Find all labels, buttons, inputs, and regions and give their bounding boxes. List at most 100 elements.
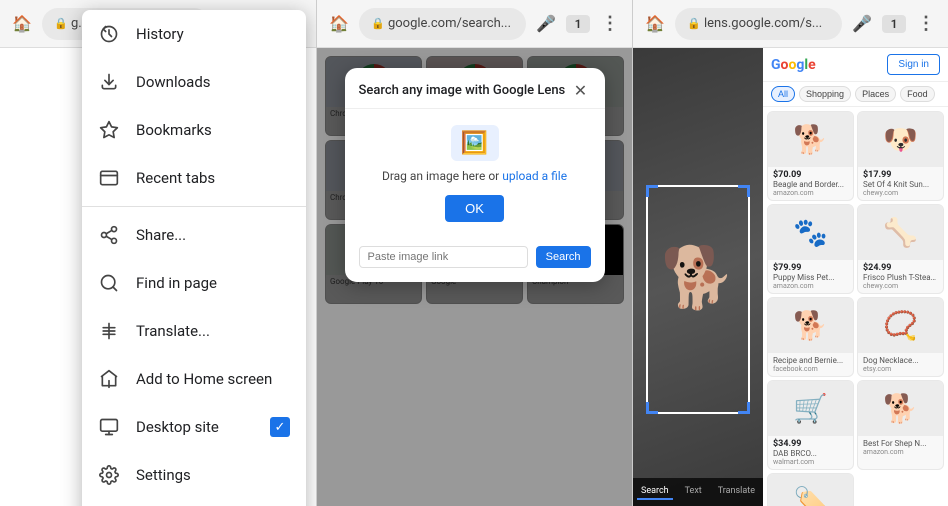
lens-tab-translate[interactable]: Translate	[714, 484, 759, 500]
result-item-0-image: 🐕	[768, 112, 853, 167]
result-title-7: Best For Shep N...	[863, 439, 938, 448]
menu-item-share[interactable]: Share...	[82, 211, 306, 259]
result-item-4-info: Recipe and Bernie... facebook.com	[768, 353, 853, 376]
menu-item-settings-label: Settings	[136, 466, 290, 484]
result-title-2: Puppy Miss Pet...	[773, 273, 848, 282]
menu-divider-1	[82, 206, 306, 207]
result-item-5-info: Dog Necklace... etsy.com	[858, 353, 943, 376]
lens-url-input[interactable]	[359, 246, 528, 268]
result-source-2: amazon.com	[773, 282, 848, 290]
result-title-1: Set Of 4 Knit Sun...	[863, 180, 938, 189]
home-icon[interactable]: 🏠	[8, 10, 36, 38]
lens-corner-tr	[738, 185, 750, 197]
lens-results-grid: 🐕 $70.09 Beagle and Border... amazon.com…	[763, 107, 948, 506]
result-item-6-image: 🛒	[768, 381, 853, 436]
sign-in-button[interactable]: Sign in	[887, 54, 940, 75]
result-price-6: $34.99	[773, 439, 848, 449]
lens-tab-text[interactable]: Text	[681, 484, 706, 500]
lens-dialog-title: Search any image with Google Lens	[359, 83, 566, 98]
result-item-5[interactable]: 📿 Dog Necklace... etsy.com	[857, 297, 944, 377]
url-bar-3[interactable]: 🔒 lens.google.com/s...	[675, 8, 842, 40]
result-item-3[interactable]: 🦴 $24.99 Frisco Plush T-Steak... chewy.c…	[857, 204, 944, 294]
menu-item-history[interactable]: History	[82, 10, 306, 58]
menu-item-help-feedback[interactable]: Help & feedback	[82, 499, 306, 506]
lens-results-column: Google Sign in All Shopping Places Food …	[763, 48, 948, 506]
more-menu-icon-3[interactable]: ⋮	[912, 10, 940, 38]
result-item-2[interactable]: 🐾 $79.99 Puppy Miss Pet... amazon.com	[767, 204, 854, 294]
home-icon-2[interactable]: 🏠	[325, 10, 353, 38]
menu-item-desktop-label: Desktop site	[136, 418, 254, 436]
result-item-4[interactable]: 🐕 Recipe and Bernie... facebook.com	[767, 297, 854, 377]
panel-lens-results: 🏠 🔒 lens.google.com/s... 🎤 1 ⋮ 🐕 Search	[632, 0, 948, 506]
context-menu: History Downloads Bookmarks Recent tabs	[82, 10, 306, 506]
translate-icon	[98, 320, 120, 342]
menu-item-desktop-site[interactable]: Desktop site ✓	[82, 403, 306, 451]
mic-icon-2[interactable]: 🎤	[532, 10, 560, 38]
home-icon-3[interactable]: 🏠	[641, 10, 669, 38]
result-title-4: Recipe and Bernie...	[773, 356, 848, 365]
lens-drop-area[interactable]: 🖼️ Drag an image here or upload a file O…	[345, 109, 605, 238]
menu-item-bookmarks[interactable]: Bookmarks	[82, 106, 306, 154]
lock-icon-3: 🔒	[687, 17, 701, 30]
menu-item-translate[interactable]: Translate...	[82, 307, 306, 355]
result-item-7-image: 🐕	[858, 381, 943, 436]
lens-bottom-tabs: Search Text Translate	[633, 478, 763, 506]
lens-selection-box[interactable]	[646, 185, 750, 414]
result-source-7: amazon.com	[863, 448, 938, 456]
browser-bar-2: 🏠 🔒 google.com/search... 🎤 1 ⋮	[317, 0, 632, 48]
checkmark-icon: ✓	[275, 420, 286, 435]
history-icon	[98, 23, 120, 45]
result-item-6[interactable]: 🛒 $34.99 DAB BRCO... walmart.com	[767, 380, 854, 470]
lens-tab-search[interactable]: Search	[637, 484, 673, 500]
url-bar-2[interactable]: 🔒 google.com/search...	[359, 8, 526, 40]
lens-results-actions: All Shopping Places Food	[763, 82, 948, 107]
result-source-5: etsy.com	[863, 365, 938, 373]
desktop-icon	[98, 416, 120, 438]
lens-upload-link[interactable]: upload a file	[502, 169, 567, 183]
lens-dialog-overlay: Search any image with Google Lens ✕ 🖼️ D…	[317, 48, 632, 506]
menu-item-settings[interactable]: Settings	[82, 451, 306, 499]
desktop-site-checkbox[interactable]: ✓	[270, 417, 290, 437]
search-page: Chrome - Wikipedia Chrome Blog Google Ap…	[317, 48, 632, 506]
lens-corner-br	[738, 402, 750, 414]
menu-item-downloads[interactable]: Downloads	[82, 58, 306, 106]
settings-icon	[98, 464, 120, 486]
more-menu-icon-2[interactable]: ⋮	[596, 10, 624, 38]
result-item-1[interactable]: 🐶 $17.99 Set Of 4 Knit Sun... chewy.com	[857, 111, 944, 201]
result-price-0: $70.09	[773, 170, 848, 180]
tabs-count-3[interactable]: 1	[882, 15, 906, 33]
lock-icon-2: 🔒	[371, 17, 385, 30]
lens-search-button[interactable]: Search	[536, 246, 591, 268]
result-item-8[interactable]: 🏷️ ANIMAL STI... amazon.com	[767, 473, 854, 506]
action-food[interactable]: Food	[900, 86, 935, 102]
result-source-1: chewy.com	[863, 189, 938, 197]
result-title-0: Beagle and Border...	[773, 180, 848, 189]
action-all[interactable]: All	[771, 86, 795, 102]
mic-icon-3[interactable]: 🎤	[848, 10, 876, 38]
menu-item-recent-tabs-label: Recent tabs	[136, 169, 290, 187]
menu-item-bookmarks-label: Bookmarks	[136, 121, 290, 139]
result-item-0-info: $70.09 Beagle and Border... amazon.com	[768, 167, 853, 200]
menu-item-add-home[interactable]: Add to Home screen	[82, 355, 306, 403]
result-item-2-info: $79.99 Puppy Miss Pet... amazon.com	[768, 260, 853, 293]
lens-close-button[interactable]: ✕	[571, 80, 591, 100]
result-item-0[interactable]: 🐕 $70.09 Beagle and Border... amazon.com	[767, 111, 854, 201]
action-places[interactable]: Places	[855, 86, 896, 102]
result-source-3: chewy.com	[863, 282, 938, 290]
action-shopping[interactable]: Shopping	[799, 86, 851, 102]
lens-corner-bl	[646, 402, 658, 414]
lens-photo-column: 🐕 Search Text Translate	[633, 48, 763, 506]
menu-item-share-label: Share...	[136, 226, 290, 244]
lens-url-row: Search	[345, 238, 605, 282]
url-text-2: google.com/search...	[388, 16, 511, 31]
result-item-7[interactable]: 🐕 Best For Shep N... amazon.com	[857, 380, 944, 470]
result-item-8-image: 🏷️	[768, 474, 853, 506]
tabs-count-2[interactable]: 1	[566, 15, 590, 33]
menu-item-recent-tabs[interactable]: Recent tabs	[82, 154, 306, 202]
lens-ok-button[interactable]: OK	[445, 195, 504, 222]
result-source-4: facebook.com	[773, 365, 848, 373]
menu-item-find-in-page[interactable]: Find in page	[82, 259, 306, 307]
dog-photo: 🐕	[633, 48, 763, 506]
result-item-1-info: $17.99 Set Of 4 Knit Sun... chewy.com	[858, 167, 943, 200]
menu-item-find-label: Find in page	[136, 274, 290, 292]
